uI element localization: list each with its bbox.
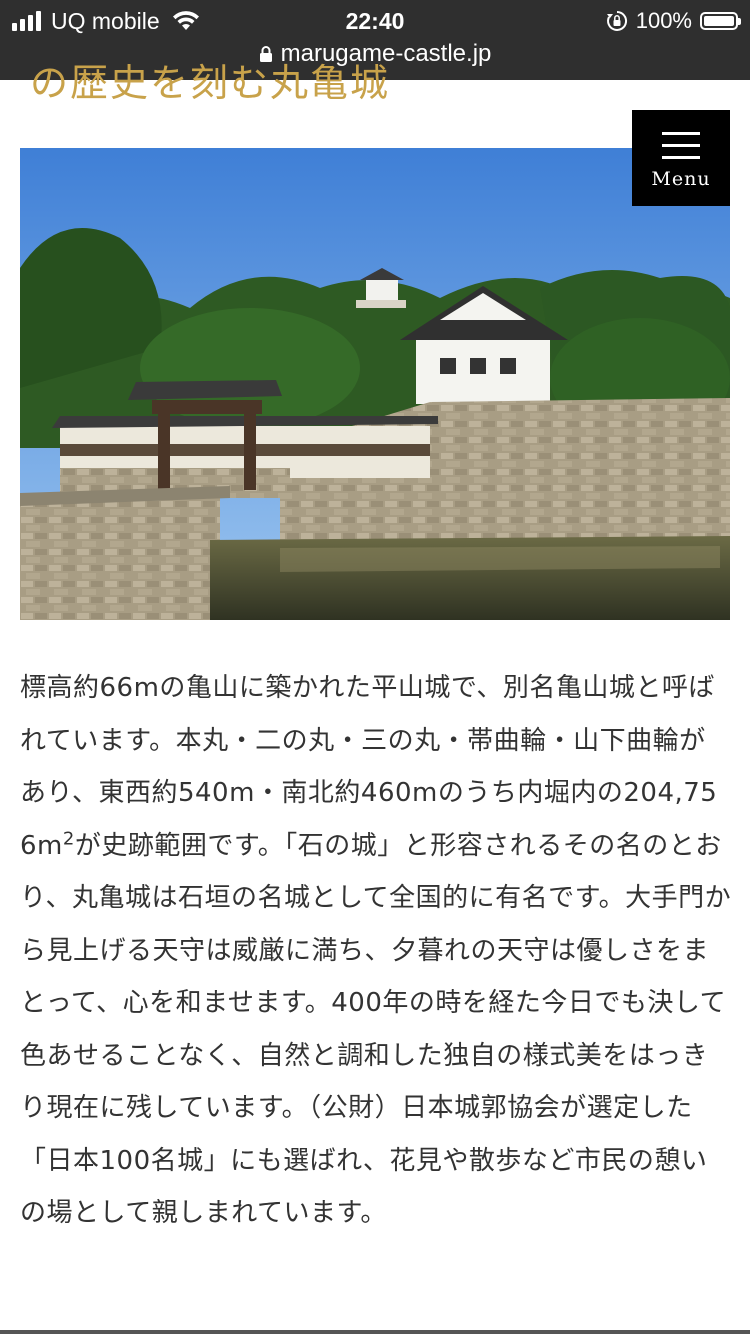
- hamburger-icon: [662, 132, 700, 168]
- footer-divider: [0, 1330, 750, 1334]
- castle-description: 標高約66mの亀山に築かれた平山城で、別名亀山城と呼ばれています。本丸・二の丸・…: [20, 662, 732, 1240]
- battery-icon: [700, 12, 741, 30]
- description-text-2: が史跡範囲です。「石の城」と形容されるその名のとおり、丸亀城は石垣の名城として全…: [20, 830, 732, 1229]
- rotation-lock-icon: [606, 10, 627, 31]
- castle-photo: [20, 148, 730, 620]
- battery-percent: 100%: [635, 8, 692, 33]
- status-right: 100%: [606, 6, 741, 36]
- menu-label: Menu: [651, 168, 711, 190]
- page-heading: の歴史を刻む丸亀城: [30, 61, 391, 105]
- description-superscript: 2: [62, 827, 75, 849]
- menu-button[interactable]: Menu: [632, 110, 730, 206]
